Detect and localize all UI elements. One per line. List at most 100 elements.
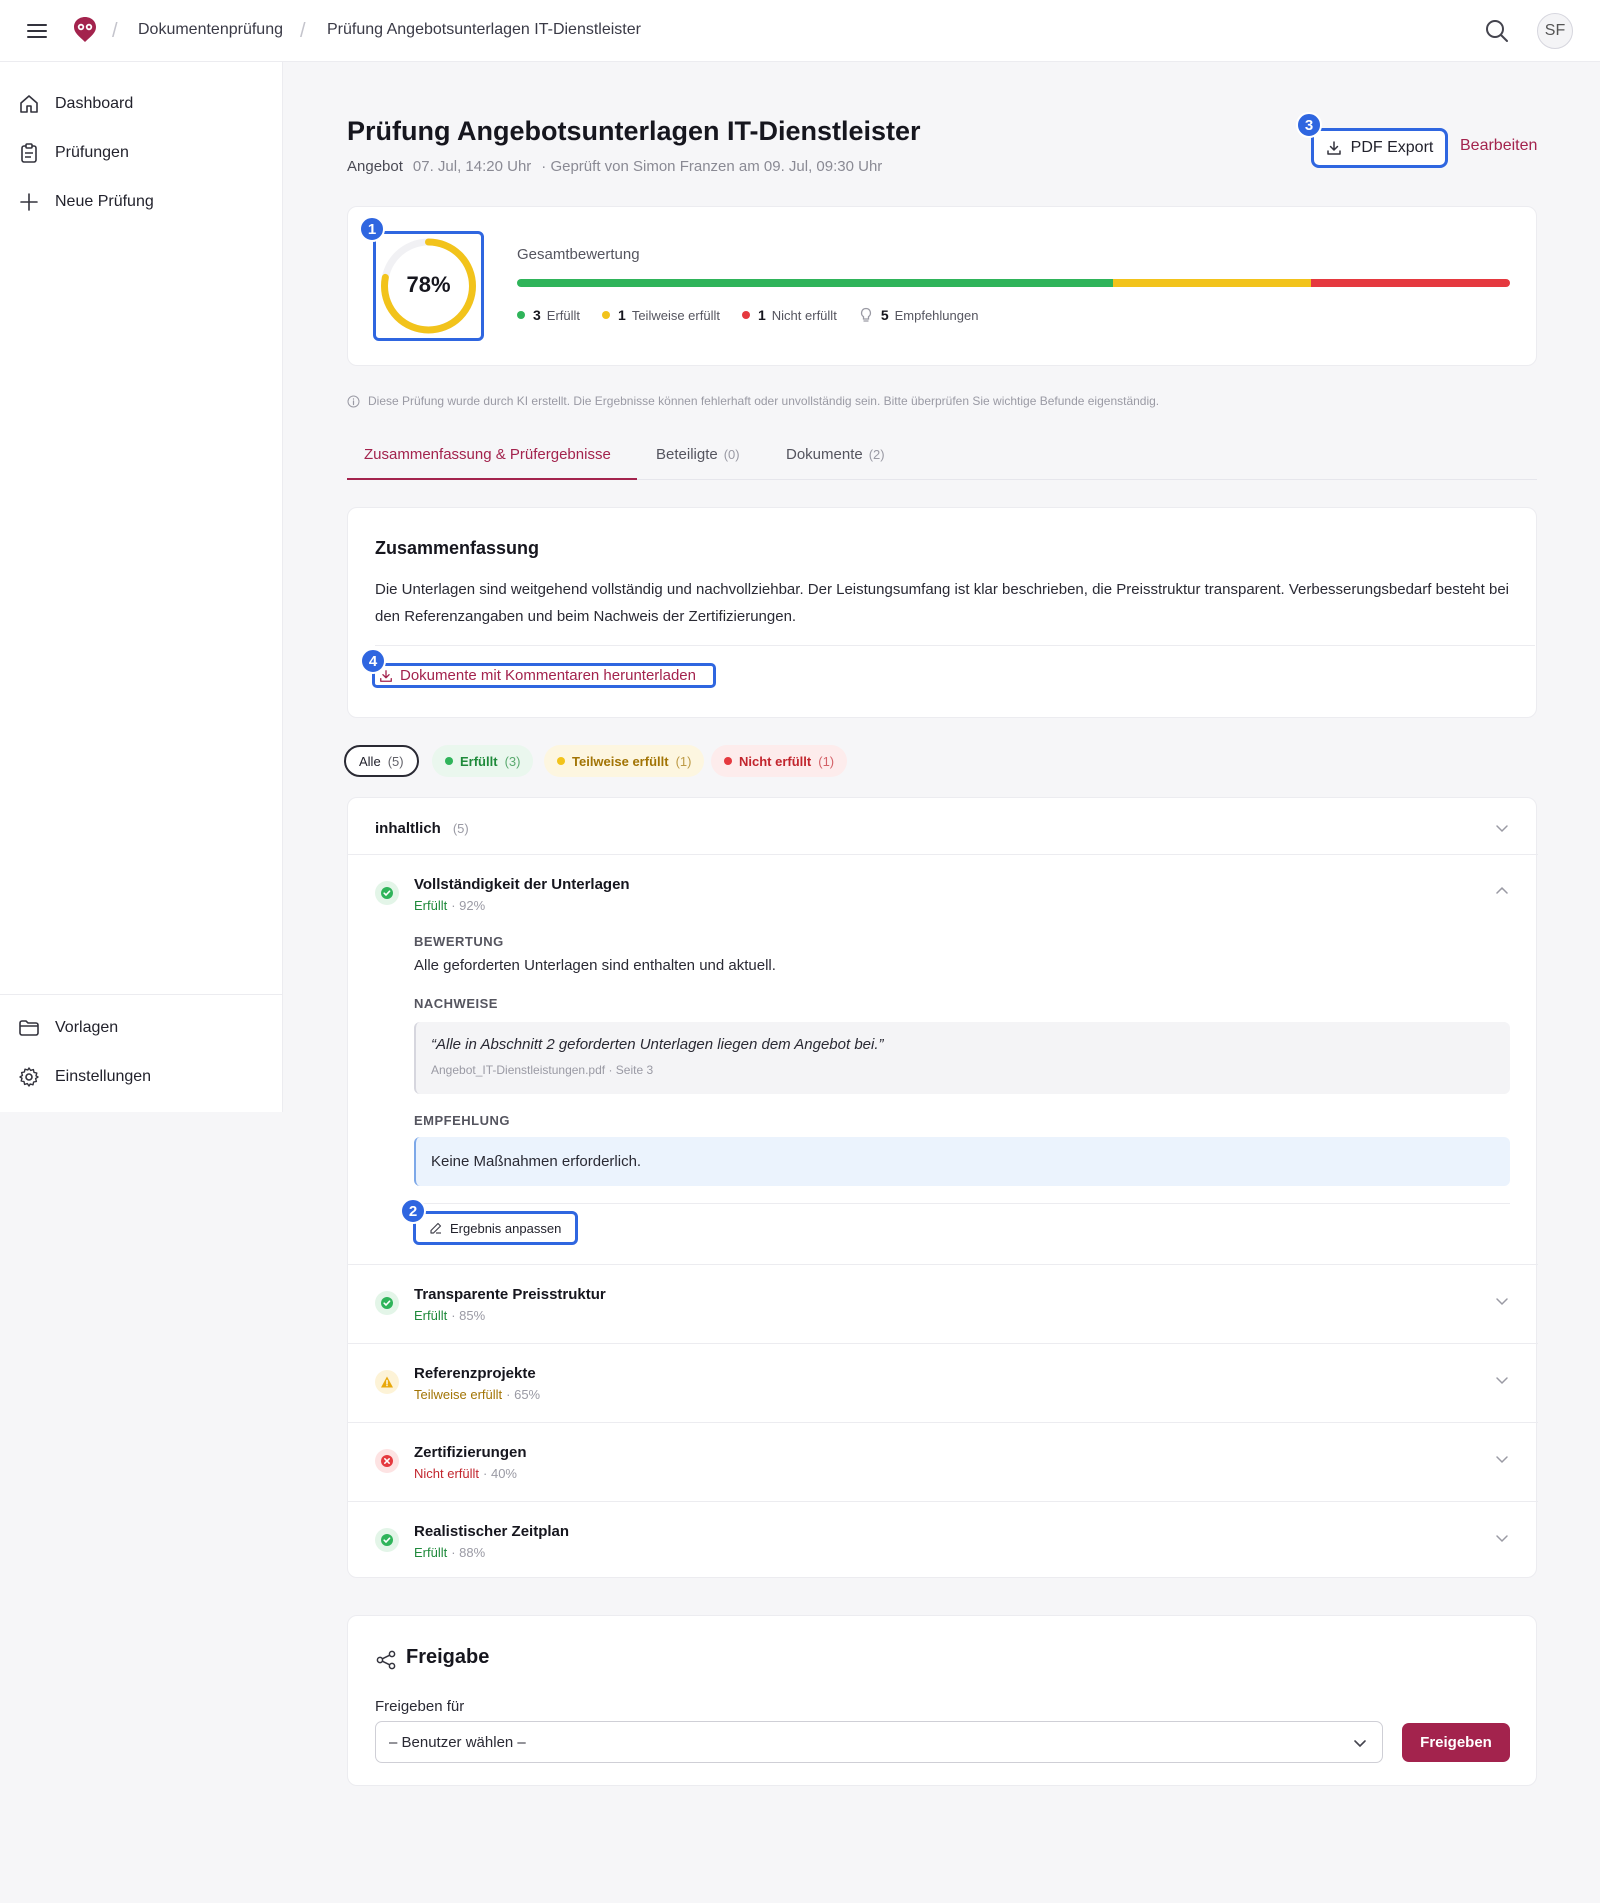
status-percent: · 88% <box>451 1545 486 1560</box>
recommendation-text: Keine Maßnahmen erforderlich. <box>431 1153 642 1170</box>
annotation-badge: 2 <box>400 1198 426 1224</box>
quote-source[interactable]: Angebot_IT-Dienstleistungen.pdf · Seite … <box>431 1063 653 1077</box>
annotation-badge: 4 <box>360 648 386 674</box>
group-label: inhaltlich <box>375 820 441 837</box>
chip-count: (5) <box>387 753 404 769</box>
tab-bar: Zusammenfassung & Prüfergebnisse Beteili… <box>347 432 1537 480</box>
empfehlung-label: EMPFEHLUNG <box>414 1113 510 1128</box>
sidebar-item-dashboard[interactable]: Dashboard <box>18 89 133 119</box>
sidebar-item-vorlagen[interactable]: Vorlagen <box>18 1013 118 1043</box>
legend-nicht: 1 Nicht erfüllt <box>741 307 837 323</box>
legend-dot <box>602 311 611 319</box>
criteria-group-header[interactable]: inhaltlich (5) <box>375 820 469 837</box>
pdf-export-button[interactable]: PDF Export <box>1311 128 1448 168</box>
sidebar-item-einstellungen[interactable]: Einstellungen <box>18 1062 151 1092</box>
user-select[interactable]: – Benutzer wählen – <box>375 1721 1383 1763</box>
avatar[interactable]: SF <box>1537 13 1573 49</box>
filter-chip-alle[interactable]: Alle (5) <box>344 745 419 777</box>
criterion-title[interactable]: Realistischer Zeitplan <box>414 1523 569 1540</box>
row-divider <box>414 1203 1510 1204</box>
chip-count: (3) <box>504 753 521 769</box>
status-percent: · 40% <box>483 1466 517 1481</box>
status-percent: · 65% <box>506 1387 541 1402</box>
legend-count: 5 <box>880 307 889 323</box>
edit-icon <box>429 1221 443 1235</box>
score-gauge: 78% <box>373 231 484 341</box>
score-legend: 3 Erfüllt 1 Teilweise erfüllt 1 Nicht erfül… <box>517 307 1000 323</box>
clipboard-icon <box>18 142 40 164</box>
criterion-title[interactable]: Vollständigkeit der Unterlagen <box>414 876 630 893</box>
criterion-status: Nicht erfüllt · 40% <box>414 1466 517 1481</box>
filter-chip-teilweise[interactable]: Teilweise erfüllt (1) <box>544 745 705 777</box>
tab-dokumente[interactable]: Dokumente (2) <box>786 446 885 463</box>
tab-beteiligte[interactable]: Beteiligte (0) <box>656 446 740 463</box>
tab-zusammenfassung[interactable]: Zusammenfassung & Prüfergebnisse <box>364 446 611 463</box>
chip-label: Erfüllt <box>460 753 498 769</box>
legend-label: Teilweise erfüllt <box>631 307 720 323</box>
criterion-status: Erfüllt · 88% <box>414 1545 485 1560</box>
chevron-down-icon[interactable] <box>1494 1451 1510 1467</box>
chip-label: Alle <box>359 753 381 769</box>
chip-count: (1) <box>675 753 692 769</box>
logo-icon[interactable] <box>70 14 100 46</box>
chevron-up-icon[interactable] <box>1494 883 1510 899</box>
edit-button[interactable]: Bearbeiten <box>1460 137 1537 155</box>
legend-count: 1 <box>757 307 766 323</box>
menu-icon[interactable] <box>26 19 52 43</box>
error-circle-icon <box>375 1449 399 1473</box>
chevron-down-icon[interactable] <box>1494 1372 1510 1388</box>
sidebar-item-neue-pruefung[interactable]: Neue Prüfung <box>18 187 154 217</box>
lightbulb-icon <box>859 307 873 323</box>
score-title: Gesamtbewertung <box>517 246 640 263</box>
tab-underline <box>347 478 637 480</box>
row-divider <box>348 1501 1538 1502</box>
ai-disclaimer: Diese Prüfung wurde durch KI erstellt. D… <box>347 394 1159 408</box>
annotation-badge: 3 <box>1296 112 1322 138</box>
recommendation-box: Keine Maßnahmen erforderlich. <box>414 1137 1510 1186</box>
tab-label: Dokumente <box>786 446 863 463</box>
status-label: Erfüllt <box>414 1308 448 1323</box>
status-label: Erfüllt <box>414 1545 448 1560</box>
legend-erfuellt: 3 Erfüllt <box>517 307 580 323</box>
chevron-down-icon[interactable] <box>1494 1293 1510 1309</box>
sidebar-item-label: Vorlagen <box>55 1019 119 1036</box>
score-percent: 78% <box>406 272 451 297</box>
pdf-export-label: PDF Export <box>1350 139 1434 156</box>
share-button[interactable]: Freigeben <box>1402 1723 1510 1762</box>
breadcrumb-item[interactable]: Dokumentenprüfung <box>138 21 283 39</box>
row-divider <box>348 1422 1538 1423</box>
adjust-result-button[interactable]: Ergebnis anpassen <box>413 1211 578 1245</box>
filter-chip-nicht[interactable]: Nicht erfüllt (1) <box>711 745 848 777</box>
chevron-down-icon[interactable] <box>1494 1530 1510 1546</box>
chevron-down-icon[interactable] <box>1494 820 1510 836</box>
home-icon <box>18 93 40 115</box>
tab-count: (0) <box>723 447 740 462</box>
chip-label: Teilweise erfüllt <box>572 753 669 769</box>
legend-count: 3 <box>533 307 541 323</box>
row-divider <box>348 1343 1538 1344</box>
top-bar: / Dokumentenprüfung / Prüfung Angebotsun… <box>0 0 1600 62</box>
sidebar: Dashboard Prüfungen Neue Prüfung Vorlage… <box>0 62 283 1112</box>
search-icon[interactable] <box>1484 18 1510 44</box>
chip-dot <box>445 757 453 765</box>
summary-divider <box>375 645 1535 646</box>
criterion-status: Erfüllt · 92% <box>414 898 485 913</box>
bewertung-text: Alle geforderten Unterlagen sind enthalt… <box>414 957 776 974</box>
sidebar-item-pruefungen[interactable]: Prüfungen <box>18 138 129 168</box>
filter-chip-erfuellt[interactable]: Erfüllt (3) <box>432 745 534 777</box>
folder-icon <box>18 1017 40 1039</box>
sidebar-divider <box>0 994 283 995</box>
disclaimer-text: Diese Prüfung wurde durch KI erstellt. D… <box>368 394 1160 408</box>
check-circle-icon <box>375 1528 399 1552</box>
created-date: 07. Jul, 14:20 Uhr <box>412 158 532 175</box>
criterion-title[interactable]: Referenzprojekte <box>414 1365 536 1382</box>
status-label: Erfüllt <box>414 898 448 913</box>
criterion-status: Erfüllt · 85% <box>414 1308 485 1323</box>
criterion-title[interactable]: Zertifizierungen <box>414 1444 527 1461</box>
quote-text: “Alle in Abschnitt 2 geforderten Unterla… <box>431 1036 884 1053</box>
breadcrumb-separator: / <box>300 20 306 42</box>
check-circle-icon <box>375 1291 399 1315</box>
legend-empfehlungen: 5 Empfehlungen <box>859 307 978 323</box>
criterion-title[interactable]: Transparente Preisstruktur <box>414 1286 606 1303</box>
download-comments-link[interactable]: Dokumente mit Kommentaren herunterladen <box>372 663 716 688</box>
